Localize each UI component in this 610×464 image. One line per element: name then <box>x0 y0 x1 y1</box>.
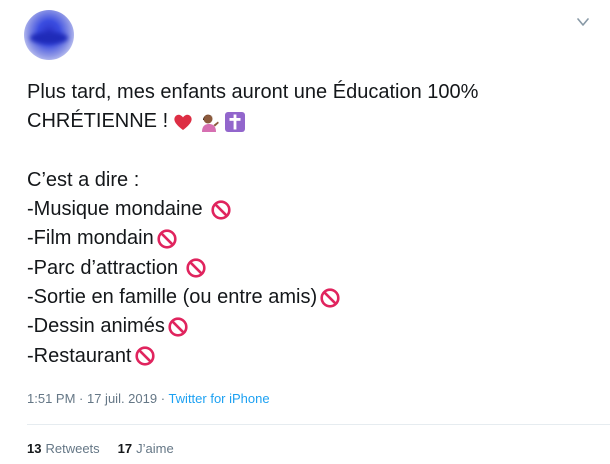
prohibited-icon <box>156 228 178 250</box>
tweet-date[interactable]: 17 juil. 2019 <box>87 391 157 406</box>
retweets-stat[interactable]: 13 Retweets <box>27 441 100 456</box>
prohibited-icon <box>210 199 232 221</box>
latin-cross-icon <box>224 111 246 133</box>
prohibited-icon <box>167 316 189 338</box>
tweet-time[interactable]: 1:51 PM <box>27 391 75 406</box>
tweet-line: CHRÉTIENNE ! <box>27 107 587 136</box>
divider <box>27 424 610 425</box>
tweet-line-text: -Film mondain <box>27 227 154 250</box>
tweet-line: -Parc d’attraction <box>27 254 587 283</box>
author-name-area[interactable] <box>84 14 284 28</box>
tweet-line-text: Plus tard, mes enfants auront une Éducat… <box>27 81 479 103</box>
tweet-text: Plus tard, mes enfants auront une Éducat… <box>27 78 587 371</box>
tweet-stats: 13 Retweets 17 J’aime <box>27 441 192 456</box>
tweet-line: -Film mondain <box>27 224 587 253</box>
tweet-line: -Musique mondaine <box>27 195 587 224</box>
tweet-source-link[interactable]: Twitter for iPhone <box>168 391 269 406</box>
tweet-line: Plus tard, mes enfants auront une Éducat… <box>27 78 587 107</box>
meta-separator: · <box>75 391 87 406</box>
tweet-line-text: -Sortie en famille (ou entre amis) <box>27 286 318 309</box>
retweets-count: 13 <box>27 441 42 456</box>
tweet-card: Plus tard, mes enfants auront une Éducat… <box>0 0 610 464</box>
tweet-line: -Restaurant <box>27 342 587 371</box>
tweet-line-text: -Dessin animés <box>27 315 165 338</box>
person-tipping-hand-icon <box>198 111 220 133</box>
tweet-line: -Sortie en famille (ou entre amis) <box>27 283 587 312</box>
likes-label: J’aime <box>136 441 174 456</box>
prohibited-icon <box>319 287 341 309</box>
avatar[interactable] <box>24 10 74 60</box>
tweet-line: -Dessin animés <box>27 312 587 341</box>
likes-stat[interactable]: 17 J’aime <box>118 441 174 456</box>
tweet-line-text: -Parc d’attraction <box>27 256 179 279</box>
tweet-line-text: CHRÉTIENNE ! <box>27 110 169 133</box>
tweet-line: C’est a dire : <box>27 166 587 195</box>
tweet-line-text: -Musique mondaine <box>27 198 203 221</box>
tweet-meta: 1:51 PM · 17 juil. 2019 · Twitter for iP… <box>27 391 270 406</box>
tweet-line-text: -Restaurant <box>27 344 132 367</box>
retweets-label: Retweets <box>45 441 100 456</box>
meta-separator: · <box>157 391 169 406</box>
red-heart-icon <box>172 111 194 133</box>
prohibited-icon <box>134 345 156 367</box>
prohibited-icon <box>185 257 207 279</box>
tweet-line-text: C’est a dire : <box>27 168 140 191</box>
chevron-down-icon[interactable] <box>577 17 589 27</box>
likes-count: 17 <box>117 441 133 456</box>
